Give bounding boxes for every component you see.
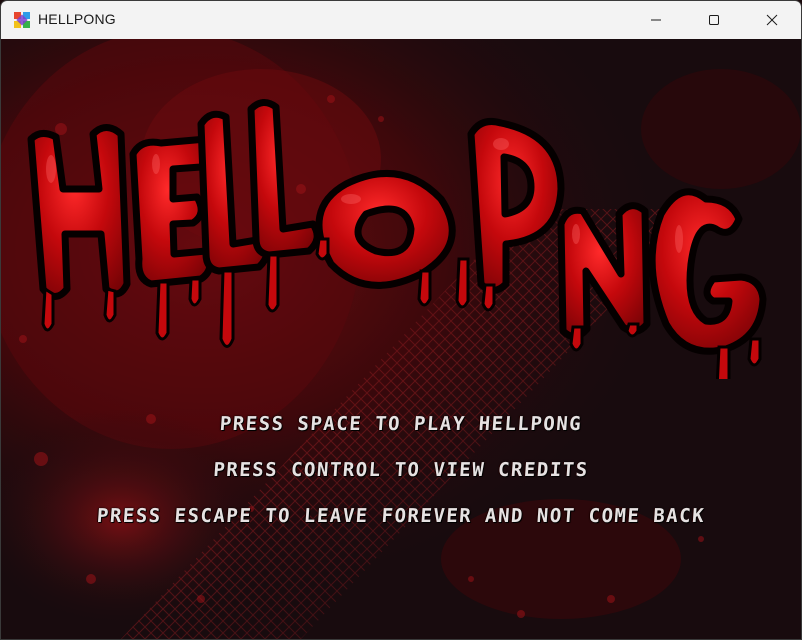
main-menu: PRESS SPACE TO PLAY HELLPONG PRESS CONTR… <box>1 39 801 639</box>
close-button[interactable] <box>743 1 801 39</box>
app-window: HELLPONG PRESS SPACE TO PLAY HELLPONG PR… <box>0 0 802 640</box>
maximize-button[interactable] <box>685 1 743 39</box>
colorful-app-icon <box>14 12 30 28</box>
game-canvas[interactable]: PRESS SPACE TO PLAY HELLPONG PRESS CONTR… <box>1 39 801 639</box>
title-bar[interactable]: HELLPONG <box>1 1 801 39</box>
close-icon <box>766 14 778 26</box>
menu-line-escape: PRESS ESCAPE TO LEAVE FOREVER AND NOT CO… <box>96 505 706 527</box>
window-title: HELLPONG <box>38 11 116 27</box>
minimize-icon <box>651 19 661 21</box>
maximize-icon <box>709 15 719 25</box>
menu-line-play: PRESS SPACE TO PLAY HELLPONG <box>219 413 583 435</box>
minimize-button[interactable] <box>627 1 685 39</box>
menu-line-credits: PRESS CONTROL TO VIEW CREDITS <box>212 459 590 481</box>
